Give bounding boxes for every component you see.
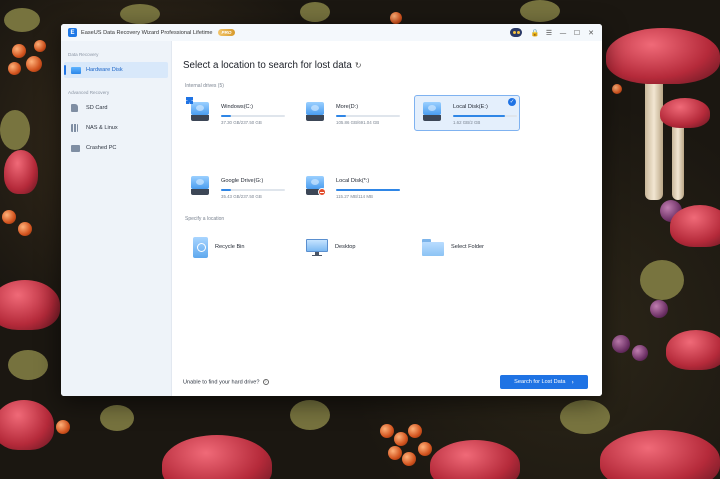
avatar[interactable] bbox=[510, 28, 522, 37]
check-icon: ✓ bbox=[508, 98, 516, 106]
app-logo-icon: E bbox=[68, 28, 77, 37]
drive-size: 1.62 GB/2 GB bbox=[453, 120, 481, 125]
drive-size: 105.86 GB/691.04 GB bbox=[336, 120, 380, 125]
warning-icon bbox=[318, 188, 326, 196]
drive-size: 115.27 MB/114 MB bbox=[336, 194, 373, 199]
drive-card-selected[interactable]: Local Disk(E:) 1.62 GB/2 GB ✓ bbox=[414, 95, 520, 131]
menu-icon[interactable]: ☰ bbox=[542, 24, 556, 41]
sidebar-item-sd-card[interactable]: SD Card bbox=[64, 100, 168, 116]
title-bar: E EaseUS Data Recovery Wizard Profession… bbox=[61, 24, 602, 41]
hard-drive-icon bbox=[186, 97, 209, 124]
sidebar-item-label: NAS & Linux bbox=[86, 125, 118, 131]
location-recycle-bin[interactable]: Recycle Bin bbox=[193, 235, 245, 259]
folder-icon bbox=[422, 238, 444, 256]
drive-size: 37.30 GB/237.50 GB bbox=[221, 120, 262, 125]
sd-card-icon bbox=[71, 104, 78, 112]
specify-location-label: Specify a location bbox=[185, 216, 225, 222]
hardware-disk-icon bbox=[71, 66, 81, 74]
pro-badge: PRO bbox=[217, 29, 236, 36]
recycle-bin-icon bbox=[193, 236, 208, 258]
windows-logo-icon bbox=[186, 97, 193, 104]
sidebar-item-label: SD Card bbox=[86, 105, 108, 111]
crashed-pc-icon bbox=[71, 144, 80, 152]
drive-usage-bar bbox=[221, 189, 285, 191]
search-button-label: Search for Lost Data bbox=[514, 379, 566, 385]
drive-name: Local Disk(E:) bbox=[453, 104, 488, 110]
help-link[interactable]: Unable to find your hard drive?? bbox=[183, 378, 269, 386]
main-panel: Select a location to search for lost dat… bbox=[172, 41, 602, 396]
drive-size: 35.43 GB/237.50 GB bbox=[221, 194, 262, 199]
sidebar: Data Recovery Hardware Disk Advanced Rec… bbox=[61, 41, 172, 396]
app-window: E EaseUS Data Recovery Wizard Profession… bbox=[61, 24, 602, 396]
location-select-folder[interactable]: Select Folder bbox=[422, 235, 484, 259]
hard-drive-icon bbox=[191, 176, 209, 198]
help-icon[interactable]: ? bbox=[262, 378, 269, 385]
sidebar-item-hardware-disk[interactable]: Hardware Disk bbox=[64, 62, 168, 78]
chevron-right-icon: › bbox=[571, 378, 574, 386]
drive-usage-bar bbox=[221, 115, 285, 117]
sidebar-item-crashed-pc[interactable]: Crashed PC bbox=[64, 140, 168, 156]
close-button[interactable]: ✕ bbox=[584, 24, 598, 41]
location-desktop[interactable]: Desktop bbox=[306, 235, 356, 259]
sidebar-item-label: Crashed PC bbox=[86, 145, 117, 151]
location-label: Desktop bbox=[335, 244, 356, 250]
maximize-button[interactable]: ☐ bbox=[570, 24, 584, 41]
drive-card[interactable]: Local Disk(*:) 115.27 MB/114 MB bbox=[297, 169, 403, 205]
drive-usage-bar bbox=[336, 189, 400, 191]
drive-name: More(D:) bbox=[336, 104, 359, 110]
minimize-button[interactable]: — bbox=[556, 24, 570, 41]
app-title: EaseUS Data Recovery Wizard Professional… bbox=[81, 29, 213, 36]
location-label: Recycle Bin bbox=[215, 244, 245, 250]
hard-drive-icon bbox=[423, 102, 441, 124]
hard-drive-icon bbox=[306, 176, 326, 198]
location-label: Select Folder bbox=[451, 244, 484, 250]
drive-card[interactable]: More(D:) 105.86 GB/691.04 GB bbox=[297, 95, 403, 131]
page-title: Select a location to search for lost dat… bbox=[183, 60, 362, 71]
sidebar-section-data-recovery: Data Recovery bbox=[68, 52, 99, 57]
drive-card[interactable]: Windows(C:) 37.30 GB/237.50 GB bbox=[182, 95, 288, 131]
search-for-lost-data-button[interactable]: Search for Lost Data › bbox=[500, 375, 588, 389]
desktop-icon bbox=[306, 238, 328, 256]
drive-name: Local Disk(*:) bbox=[336, 178, 370, 184]
refresh-icon[interactable]: ↻ bbox=[355, 61, 362, 70]
drive-usage-bar bbox=[336, 115, 400, 117]
footer: Unable to find your hard drive?? Search … bbox=[172, 368, 602, 396]
sidebar-section-advanced-recovery: Advanced Recovery bbox=[68, 90, 110, 95]
hard-drive-icon bbox=[306, 102, 324, 124]
drive-card[interactable]: Google Drive(G:) 35.43 GB/237.50 GB bbox=[182, 169, 288, 205]
internal-drives-label: Internal drives (5) bbox=[185, 83, 224, 89]
nas-icon bbox=[71, 124, 78, 132]
drive-usage-bar bbox=[453, 115, 517, 117]
page-title-text: Select a location to search for lost dat… bbox=[183, 60, 352, 71]
lock-icon[interactable]: 🔒 bbox=[528, 24, 542, 41]
drive-name: Google Drive(G:) bbox=[221, 178, 264, 184]
drive-name: Windows(C:) bbox=[221, 104, 254, 110]
sidebar-item-nas-linux[interactable]: NAS & Linux bbox=[64, 120, 168, 136]
sidebar-item-label: Hardware Disk bbox=[86, 67, 123, 73]
help-text: Unable to find your hard drive? bbox=[183, 379, 260, 386]
